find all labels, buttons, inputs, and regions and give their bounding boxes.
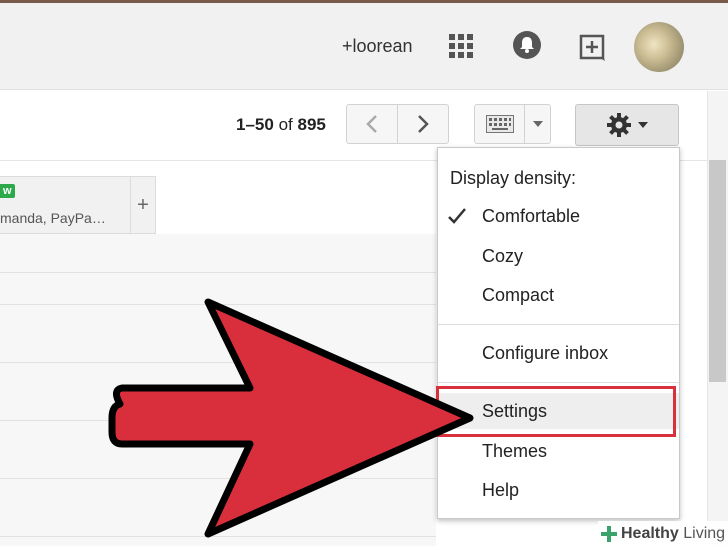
keyboard-toggle[interactable] bbox=[475, 105, 525, 143]
watermark-rest: Living bbox=[678, 524, 726, 542]
tab-senders: manda, PayPa… bbox=[0, 210, 106, 226]
count-range: 1–50 bbox=[236, 115, 274, 134]
pagination-buttons bbox=[346, 104, 449, 144]
add-tab-button[interactable]: + bbox=[131, 176, 156, 234]
watermark: Healthy Living bbox=[598, 521, 728, 546]
tab-promotions[interactable]: w manda, PayPa… bbox=[0, 176, 131, 234]
apps-grid-icon[interactable] bbox=[448, 33, 474, 59]
message-count: 1–50 of 895 bbox=[236, 115, 326, 135]
menu-item-label: Cozy bbox=[482, 246, 524, 266]
menu-item-label: Configure inbox bbox=[482, 343, 609, 363]
settings-gear-button[interactable] bbox=[575, 104, 679, 146]
watermark-text: Healthy Living bbox=[621, 525, 725, 543]
input-tools-button bbox=[474, 104, 551, 144]
newer-button[interactable] bbox=[347, 105, 397, 143]
row-divider bbox=[0, 272, 436, 273]
menu-item-label: Themes bbox=[482, 441, 548, 461]
scrollbar-thumb[interactable] bbox=[709, 160, 726, 382]
notifications-bell-icon[interactable] bbox=[512, 30, 542, 60]
avatar[interactable] bbox=[634, 22, 684, 72]
menu-item-label: Help bbox=[482, 480, 520, 500]
caret-down-icon bbox=[532, 121, 543, 127]
older-button[interactable] bbox=[397, 105, 448, 143]
input-tools-dropdown[interactable] bbox=[525, 105, 550, 143]
menu-item-label: Comfortable bbox=[482, 206, 581, 226]
count-total: 895 bbox=[297, 115, 326, 134]
menu-item-comfortable[interactable]: Comfortable bbox=[438, 198, 679, 234]
menu-item-cozy[interactable]: Cozy bbox=[438, 238, 679, 274]
menu-item-label: Compact bbox=[482, 285, 555, 305]
chevron-left-icon bbox=[366, 115, 377, 133]
chevron-right-icon bbox=[418, 115, 429, 133]
count-of: of bbox=[278, 115, 293, 134]
new-badge: w bbox=[0, 184, 15, 198]
user-profile-link[interactable]: +loorean bbox=[342, 36, 413, 57]
menu-heading: Display density: bbox=[450, 168, 577, 188]
gear-icon bbox=[607, 113, 631, 137]
share-plus-icon[interactable] bbox=[578, 32, 608, 62]
pointer-arrow-icon bbox=[108, 298, 474, 538]
caret-down-icon bbox=[638, 122, 648, 128]
checkmark-icon bbox=[448, 208, 466, 224]
plus-leaf-icon bbox=[601, 525, 617, 542]
keyboard-icon bbox=[485, 115, 514, 133]
watermark-bold: Healthy bbox=[621, 524, 679, 542]
